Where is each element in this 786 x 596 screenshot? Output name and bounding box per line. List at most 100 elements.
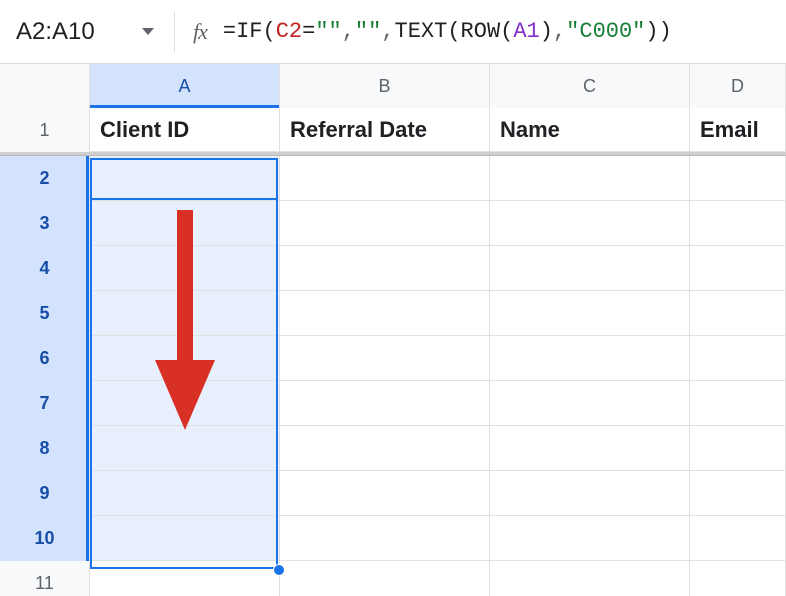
table-row: 2 xyxy=(0,156,786,201)
header-cell[interactable]: Referral Date xyxy=(280,108,490,151)
spreadsheet-grid[interactable]: ABCD 1 Client IDReferral DateNameEmail 2… xyxy=(0,64,786,596)
cell-A11[interactable] xyxy=(90,561,280,596)
formula-token: IF xyxy=(236,19,262,44)
cell-D11[interactable] xyxy=(690,561,786,596)
cell-C10[interactable] xyxy=(490,516,690,560)
data-rows: 234567891011 xyxy=(0,156,786,596)
table-row: 4 xyxy=(0,246,786,291)
cell-D6[interactable] xyxy=(690,336,786,380)
row-header-5[interactable]: 5 xyxy=(0,291,90,336)
formula-token: ( xyxy=(500,19,513,44)
formula-token: ( xyxy=(263,19,276,44)
cell-B10[interactable] xyxy=(280,516,490,560)
formula-token: ) xyxy=(540,19,553,44)
cell-C6[interactable] xyxy=(490,336,690,380)
cell-B2[interactable] xyxy=(280,156,490,200)
formula-token: , xyxy=(553,19,566,44)
name-box-value: A2:A10 xyxy=(16,18,134,46)
cell-A10[interactable] xyxy=(90,516,280,560)
column-header-row: ABCD xyxy=(0,64,786,108)
fx-icon: fx xyxy=(193,19,207,45)
row-header-1[interactable]: 1 xyxy=(0,108,90,152)
cell-D9[interactable] xyxy=(690,471,786,515)
table-row: 3 xyxy=(0,201,786,246)
cell-A5[interactable] xyxy=(90,291,280,335)
cell-C4[interactable] xyxy=(490,246,690,290)
cell-B6[interactable] xyxy=(280,336,490,380)
table-row: 9 xyxy=(0,471,786,516)
table-row: 6 xyxy=(0,336,786,381)
formula-token: = xyxy=(223,19,236,44)
cell-B3[interactable] xyxy=(280,201,490,245)
row-header-9[interactable]: 9 xyxy=(0,471,90,516)
column-header-A[interactable]: A xyxy=(90,64,280,108)
table-row: 8 xyxy=(0,426,786,471)
row-header-8[interactable]: 8 xyxy=(0,426,90,471)
select-all-corner[interactable] xyxy=(0,64,90,108)
cell-A9[interactable] xyxy=(90,471,280,515)
cell-C3[interactable] xyxy=(490,201,690,245)
cell-C7[interactable] xyxy=(490,381,690,425)
header-cell[interactable]: Name xyxy=(490,108,690,151)
cell-B7[interactable] xyxy=(280,381,490,425)
row-header-3[interactable]: 3 xyxy=(0,201,90,246)
formula-token: "" xyxy=(315,19,341,44)
cell-D10[interactable] xyxy=(690,516,786,560)
formula-token: ) xyxy=(645,19,658,44)
cell-A2[interactable] xyxy=(90,156,280,200)
formula-token: ROW xyxy=(461,19,501,44)
formula-token: ) xyxy=(659,19,672,44)
row-header-6[interactable]: 6 xyxy=(0,336,90,381)
cell-C9[interactable] xyxy=(490,471,690,515)
cell-C5[interactable] xyxy=(490,291,690,335)
cell-C11[interactable] xyxy=(490,561,690,596)
column-header-B[interactable]: B xyxy=(280,64,490,108)
formula-token: "C000" xyxy=(566,19,645,44)
formula-token: , xyxy=(381,19,394,44)
header-row: 1 Client IDReferral DateNameEmail xyxy=(0,108,786,152)
cell-A7[interactable] xyxy=(90,381,280,425)
formula-token: ( xyxy=(447,19,460,44)
cell-A6[interactable] xyxy=(90,336,280,380)
table-row: 5 xyxy=(0,291,786,336)
row-header-4[interactable]: 4 xyxy=(0,246,90,291)
cell-B5[interactable] xyxy=(280,291,490,335)
formula-token: A1 xyxy=(513,19,539,44)
cell-B8[interactable] xyxy=(280,426,490,470)
row-header-10[interactable]: 10 xyxy=(0,516,90,561)
vertical-divider xyxy=(174,12,175,52)
fill-handle[interactable] xyxy=(273,564,285,576)
cell-D4[interactable] xyxy=(690,246,786,290)
cell-C2[interactable] xyxy=(490,156,690,200)
column-header-C[interactable]: C xyxy=(490,64,690,108)
row-header-11[interactable]: 11 xyxy=(0,561,90,596)
cell-A3[interactable] xyxy=(90,201,280,245)
header-cell[interactable]: Client ID xyxy=(90,108,280,151)
cell-D3[interactable] xyxy=(690,201,786,245)
cell-D8[interactable] xyxy=(690,426,786,470)
row-number: 1 xyxy=(39,120,49,141)
cell-D7[interactable] xyxy=(690,381,786,425)
cell-D5[interactable] xyxy=(690,291,786,335)
formula-input[interactable]: =IF(C2="","",TEXT(ROW(A1),"C000")) xyxy=(223,19,672,44)
table-row: 7 xyxy=(0,381,786,426)
cell-B9[interactable] xyxy=(280,471,490,515)
formula-token: "" xyxy=(355,19,381,44)
header-cell[interactable]: Email xyxy=(690,108,786,151)
name-box[interactable]: A2:A10 xyxy=(10,12,160,52)
cell-A4[interactable] xyxy=(90,246,280,290)
formula-token: TEXT xyxy=(395,19,448,44)
cell-A8[interactable] xyxy=(90,426,280,470)
row-header-7[interactable]: 7 xyxy=(0,381,90,426)
row-header-2[interactable]: 2 xyxy=(0,156,90,201)
cell-D2[interactable] xyxy=(690,156,786,200)
table-row: 10 xyxy=(0,516,786,561)
cell-C8[interactable] xyxy=(490,426,690,470)
cell-B4[interactable] xyxy=(280,246,490,290)
formula-token: = xyxy=(302,19,315,44)
cell-B11[interactable] xyxy=(280,561,490,596)
column-header-D[interactable]: D xyxy=(690,64,786,108)
name-box-dropdown-icon[interactable] xyxy=(142,28,154,35)
table-row: 11 xyxy=(0,561,786,596)
formula-token: C2 xyxy=(276,19,302,44)
